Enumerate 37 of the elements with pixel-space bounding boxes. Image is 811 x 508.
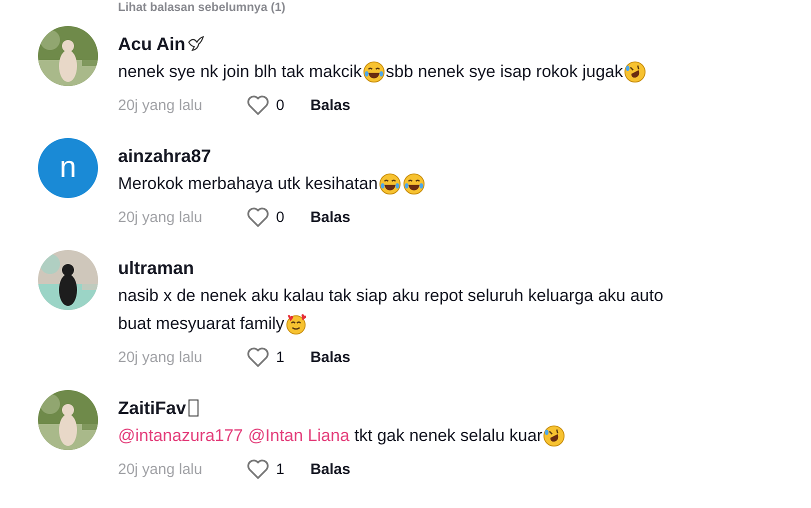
dove-icon xyxy=(187,35,206,53)
like-button[interactable]: 0 xyxy=(246,206,284,228)
reply-button[interactable]: Balas xyxy=(310,96,350,114)
heart-icon xyxy=(246,206,270,228)
like-button[interactable]: 1 xyxy=(246,458,284,480)
timestamp: 20j yang lalu xyxy=(118,96,204,114)
comment-text: sbb nenek sye isap rokok jugak xyxy=(386,61,623,83)
timestamp: 20j yang lalu xyxy=(118,348,204,366)
laughing-face-icon xyxy=(402,173,425,195)
like-button[interactable]: 1 xyxy=(246,346,284,368)
mention-link[interactable]: @intanazura177 xyxy=(118,422,244,450)
comment-text: tkt gak nenek selalu kuar xyxy=(354,425,542,447)
heart-icon xyxy=(246,458,270,480)
reply-button[interactable]: Balas xyxy=(310,460,350,478)
comment-text: buat mesyuarat family xyxy=(118,313,284,335)
laughing-face-icon xyxy=(624,61,646,83)
avatar[interactable]: n xyxy=(38,138,98,198)
smiling-face-hearts-icon xyxy=(285,313,308,335)
comment-text: Merokok merbahaya utk kesihatan xyxy=(118,173,378,195)
comment-text: nasib x de nenek aku kalau tak siap aku repot seluruh keluarga aku auto xyxy=(118,285,664,307)
like-button[interactable]: 0 xyxy=(246,94,284,116)
heart-icon xyxy=(246,346,270,368)
laughing-face-icon xyxy=(543,425,566,447)
laughing-face-icon xyxy=(378,173,401,195)
reply-button[interactable]: Balas xyxy=(310,208,350,226)
username[interactable]: ultraman xyxy=(118,256,194,280)
missing-glyph-icon xyxy=(188,399,200,417)
timestamp: 20j yang lalu xyxy=(118,460,204,478)
username[interactable]: ainzahra87 xyxy=(118,144,212,168)
timestamp: 20j yang lalu xyxy=(118,208,204,226)
username[interactable]: ZaitiFav xyxy=(118,396,186,420)
reply-button[interactable]: Balas xyxy=(310,348,350,366)
mention-link[interactable]: @Intan Liana xyxy=(248,422,350,450)
heart-icon xyxy=(246,94,270,116)
username[interactable]: Acu Ain xyxy=(118,32,186,56)
comment-text: nenek sye nk join blh tak makcik xyxy=(118,61,362,83)
laughing-face-icon xyxy=(362,61,385,83)
